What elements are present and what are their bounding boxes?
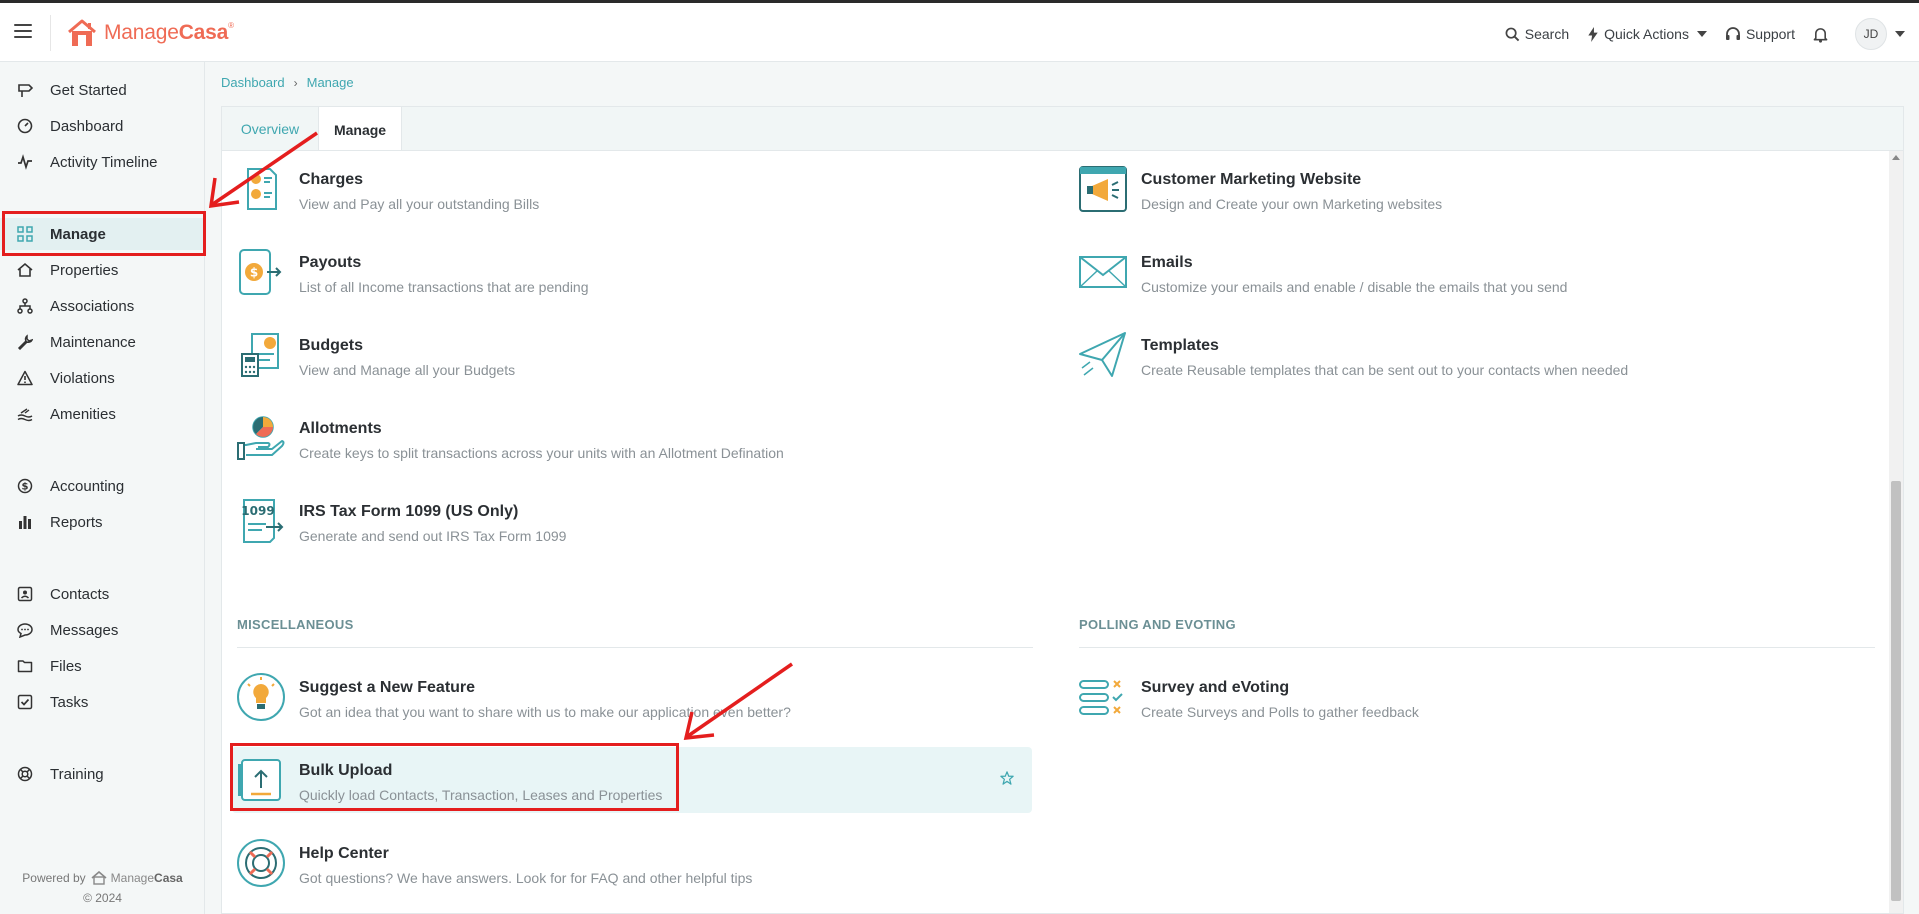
tab-manage[interactable]: Manage: [318, 107, 402, 152]
bell-icon: [1813, 27, 1828, 43]
top-bar: ManageCasa® Search Quick Actions Support…: [0, 0, 1919, 62]
signpost-icon: [16, 81, 34, 99]
quick-actions-button[interactable]: Quick Actions: [1587, 26, 1707, 42]
sidebar-item-properties[interactable]: Properties: [0, 254, 205, 286]
hierarchy-icon: [16, 297, 34, 315]
chevron-down-icon: [1696, 31, 1707, 37]
budget-icon: [241, 333, 279, 377]
divider: [50, 15, 51, 51]
svg-text:$: $: [22, 482, 29, 493]
pulse-icon: [16, 153, 34, 171]
notifications-button[interactable]: [1813, 26, 1833, 43]
sidebar-item-get-started[interactable]: Get Started: [0, 74, 205, 106]
support-button[interactable]: Support: [1725, 26, 1795, 42]
sidebar-item-maintenance[interactable]: Maintenance: [0, 326, 205, 358]
sidebar-item-files[interactable]: Files: [0, 650, 205, 682]
sidebar-item-tasks[interactable]: Tasks: [0, 686, 205, 718]
pool-icon: [16, 405, 34, 423]
section-divider: [1079, 647, 1875, 648]
tab-bar: Overview Manage: [221, 106, 1904, 152]
svg-text:$: $: [250, 266, 258, 280]
list-item-suggest-feature[interactable]: Suggest a New Feature Got an idea that y…: [222, 664, 1032, 730]
list-item-payouts[interactable]: $ Payouts List of all Income transaction…: [222, 239, 1022, 305]
gauge-icon: [16, 117, 34, 135]
search-icon: [1505, 27, 1520, 41]
breadcrumb-manage[interactable]: Manage: [307, 75, 354, 90]
lightning-icon: [1588, 26, 1598, 42]
scrollbar-thumb[interactable]: [1891, 481, 1901, 901]
sidebar-item-accounting[interactable]: $ Accounting: [0, 470, 205, 502]
survey-icon: [1079, 680, 1123, 715]
breadcrumb: Dashboard › Manage: [221, 75, 354, 90]
sidebar-item-amenities[interactable]: Amenities: [0, 398, 205, 430]
search-button[interactable]: Search: [1505, 26, 1569, 42]
annotation-box-manage: [2, 211, 206, 256]
envelope-icon: [1079, 256, 1127, 288]
annotation-arrow-icon: [683, 662, 793, 741]
chevron-down-icon[interactable]: [1895, 31, 1905, 37]
lifebuoy-icon: [16, 765, 34, 783]
sidebar-item-reports[interactable]: Reports: [0, 506, 205, 538]
sidebar-footer: Powered by ManageCasa © 2024: [0, 868, 205, 908]
section-heading-miscellaneous: MISCELLANEOUS: [237, 617, 354, 632]
dollar-icon: $: [16, 477, 34, 495]
headset-icon: [1725, 27, 1740, 40]
annotation-box-bulk-upload: [230, 743, 679, 811]
chevron-right-icon: ›: [293, 75, 298, 90]
lightbulb-icon: [237, 673, 285, 721]
wrench-icon: [16, 333, 34, 351]
sidebar-item-violations[interactable]: Violations: [0, 362, 205, 394]
footer-brand: ManageCasa: [110, 871, 183, 885]
tax-form-icon: 1099: [241, 499, 284, 543]
bar-chart-icon: [16, 513, 34, 531]
list-item-templates[interactable]: Templates Create Reusable templates that…: [1064, 322, 1864, 388]
section-divider: [237, 647, 1033, 648]
sidebar-item-activity-timeline[interactable]: Activity Timeline: [0, 146, 205, 178]
folder-icon: [16, 657, 34, 675]
sidebar-item-contacts[interactable]: Contacts: [0, 578, 205, 610]
sidebar: Get Started Dashboard Activity Timeline …: [0, 62, 205, 914]
list-item-help-center[interactable]: Help Center Got questions? We have answe…: [222, 830, 1032, 896]
chat-icon: [16, 621, 34, 639]
sidebar-item-dashboard[interactable]: Dashboard: [0, 110, 205, 142]
list-item-budgets[interactable]: Budgets View and Manage all your Budgets: [222, 322, 1022, 388]
list-item-marketing-website[interactable]: Customer Marketing Website Design and Cr…: [1064, 156, 1864, 222]
star-icon[interactable]: [1000, 771, 1014, 785]
paper-plane-icon: [1079, 332, 1126, 377]
warning-icon: [16, 369, 34, 387]
sidebar-item-associations[interactable]: Associations: [0, 290, 205, 322]
list-item-allotments[interactable]: Allotments Create keys to split transact…: [222, 405, 1022, 471]
user-avatar[interactable]: JD: [1855, 18, 1887, 50]
list-item-irs-1099[interactable]: 1099 IRS Tax Form 1099 (US Only) Generat…: [222, 488, 1022, 554]
form-number-label: 1099: [241, 504, 274, 518]
contact-card-icon: [16, 585, 34, 603]
logo-text: ManageCasa®: [104, 21, 234, 44]
app-logo[interactable]: ManageCasa®: [66, 15, 234, 51]
megaphone-website-icon: [1079, 166, 1127, 212]
annotation-arrow-icon: [208, 131, 318, 209]
house-logo-icon: [91, 871, 107, 885]
house-logo-icon: [68, 19, 96, 46]
checkbox-icon: [16, 693, 34, 711]
house-icon: [16, 261, 34, 279]
allotment-hand-icon: [237, 416, 285, 460]
list-item-survey-evoting[interactable]: Survey and eVoting Create Surveys and Po…: [1064, 664, 1864, 730]
scroll-up-arrow-icon[interactable]: [1892, 155, 1900, 160]
sidebar-item-training[interactable]: Training: [0, 758, 205, 790]
payout-icon: $: [239, 249, 282, 295]
sidebar-item-messages[interactable]: Messages: [0, 614, 205, 646]
breadcrumb-dashboard[interactable]: Dashboard: [221, 75, 285, 90]
list-item-charges[interactable]: Charges View and Pay all your outstandin…: [222, 156, 1022, 222]
lifebuoy-icon: [237, 839, 285, 887]
list-item-emails[interactable]: Emails Customize your emails and enable …: [1064, 239, 1864, 305]
section-heading-polling: POLLING AND EVOTING: [1079, 617, 1236, 632]
top-actions: Search Quick Actions Support JD: [1487, 18, 1905, 50]
scrollbar[interactable]: [1889, 151, 1903, 913]
hamburger-menu-icon[interactable]: [14, 24, 32, 38]
